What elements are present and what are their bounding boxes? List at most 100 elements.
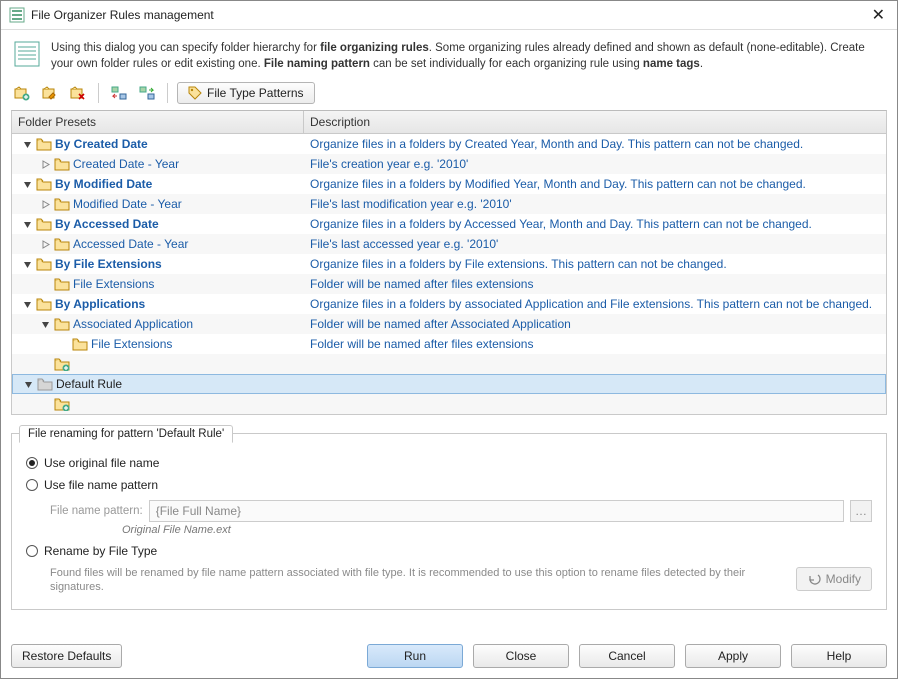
row-description: Folder will be named after files extensi… — [304, 277, 886, 291]
folder-icon — [54, 237, 70, 251]
table-row[interactable]: By Created Date Organize files in a folde… — [12, 134, 886, 154]
pattern-browse-button[interactable]: … — [850, 500, 872, 522]
chevron-down-icon[interactable] — [39, 318, 51, 330]
table-row[interactable]: File ExtensionsFolder will be named afte… — [12, 274, 886, 294]
panel-label: File renaming for pattern 'Default Rule' — [19, 425, 233, 443]
delete-rule-button[interactable] — [67, 82, 89, 104]
radio-dot-icon — [26, 457, 38, 469]
button-bar: Restore Defaults Run Close Cancel Apply … — [1, 634, 897, 678]
folder-icon — [54, 277, 70, 291]
row-label: By Accessed Date — [55, 217, 159, 231]
description-icon — [13, 40, 41, 68]
chevron-down-icon[interactable] — [21, 298, 33, 310]
description-text: Using this dialog you can specify folder… — [51, 40, 885, 72]
chevron-right-icon[interactable] — [39, 198, 51, 210]
file-type-patterns-button[interactable]: File Type Patterns — [177, 82, 315, 104]
renaming-panel: File renaming for pattern 'Default Rule'… — [11, 433, 887, 610]
row-label: Accessed Date - Year — [73, 237, 188, 251]
tag-icon — [188, 86, 202, 100]
pattern-example: Original File Name.ext — [122, 524, 872, 536]
radio-dot-icon — [26, 479, 38, 491]
folder-icon — [36, 177, 52, 191]
window-title: File Organizer Rules management — [31, 8, 868, 22]
grid-body: By Created Date Organize files in a folde… — [12, 134, 886, 414]
table-row[interactable]: Default Rule — [12, 374, 886, 394]
radio-original-name[interactable]: Use original file name — [26, 456, 872, 470]
row-description: Organize files in a folders by Created Y… — [304, 137, 886, 151]
column-description[interactable]: Description — [304, 111, 886, 133]
chevron-down-icon[interactable] — [22, 378, 34, 390]
rules-grid: Folder Presets Description By Created Da… — [11, 110, 887, 415]
chevron-down-icon[interactable] — [21, 218, 33, 230]
table-row[interactable]: Modified Date - Year File's last modifica… — [12, 194, 886, 214]
row-description: Organize files in a folders by associate… — [304, 297, 886, 311]
folder-icon — [36, 297, 52, 311]
grid-header: Folder Presets Description — [12, 111, 886, 134]
folder-icon — [37, 377, 53, 391]
apply-button[interactable]: Apply — [685, 644, 781, 668]
pattern-label: File name pattern: — [50, 505, 143, 517]
reorder-left-button[interactable] — [108, 82, 130, 104]
row-label: Created Date - Year — [73, 157, 179, 171]
radio-dot-icon — [26, 545, 38, 557]
add-rule-button[interactable] — [11, 82, 33, 104]
help-button[interactable]: Help — [791, 644, 887, 668]
app-icon — [9, 7, 25, 23]
radio-by-file-type[interactable]: Rename by File Type — [26, 544, 872, 558]
folder-icon — [54, 197, 70, 211]
rename-help-text: Found files will be renamed by file name… — [50, 566, 750, 595]
row-label: By File Extensions — [55, 257, 162, 271]
row-label: Modified Date - Year — [73, 197, 182, 211]
cancel-button[interactable]: Cancel — [579, 644, 675, 668]
undo-icon — [807, 572, 821, 586]
reorder-right-button[interactable] — [136, 82, 158, 104]
chevron-down-icon[interactable] — [21, 178, 33, 190]
table-row[interactable]: By File Extensions Organize files in a fo… — [12, 254, 886, 274]
run-button[interactable]: Run — [367, 644, 463, 668]
row-label: Default Rule — [56, 377, 122, 391]
row-description: Organize files in a folders by File exte… — [304, 257, 886, 271]
table-row[interactable]: Associated Application Folder will be nam… — [12, 314, 886, 334]
row-label: By Applications — [55, 297, 145, 311]
folder-icon — [36, 257, 52, 271]
table-row[interactable]: By Modified Date Organize files in a fold… — [12, 174, 886, 194]
pattern-input[interactable] — [149, 500, 844, 522]
table-row[interactable]: By Accessed DateOrganize files in a fold… — [12, 214, 886, 234]
table-row[interactable]: File Extensions Folder will be named afte… — [12, 334, 886, 354]
chevron-down-icon[interactable] — [21, 138, 33, 150]
folder-icon — [54, 357, 70, 371]
close-button[interactable]: Close — [473, 644, 569, 668]
row-label: By Modified Date — [55, 177, 152, 191]
row-description: Organize files in a folders by Modified … — [304, 177, 886, 191]
row-description: File's last accessed year e.g. '2010' — [304, 237, 886, 251]
row-description: File's creation year e.g. '2010' — [304, 157, 886, 171]
folder-icon — [54, 157, 70, 171]
toolbar: File Type Patterns — [1, 80, 897, 110]
folder-icon — [54, 397, 70, 411]
chevron-right-icon[interactable] — [39, 158, 51, 170]
column-folder-presets[interactable]: Folder Presets — [12, 111, 304, 133]
row-label: By Created Date — [55, 137, 148, 151]
folder-icon — [36, 217, 52, 231]
chevron-down-icon[interactable] — [21, 258, 33, 270]
close-icon[interactable]: ✕ — [868, 5, 889, 25]
radio-pattern[interactable]: Use file name pattern — [26, 478, 872, 492]
row-description: Folder will be named after files extensi… — [304, 337, 886, 351]
restore-defaults-button[interactable]: Restore Defaults — [11, 644, 122, 668]
folder-icon — [36, 137, 52, 151]
folder-icon — [72, 337, 88, 351]
table-row[interactable]: Created Date - Year File's creation year … — [12, 154, 886, 174]
table-row[interactable]: By Applications Organize files in a folde… — [12, 294, 886, 314]
table-row[interactable] — [12, 354, 886, 374]
row-description: File's last modification year e.g. '2010… — [304, 197, 886, 211]
table-row[interactable]: Accessed Date - Year File's last accessed… — [12, 234, 886, 254]
edit-rule-button[interactable] — [39, 82, 61, 104]
row-label: Associated Application — [73, 317, 193, 331]
row-description: Folder will be named after Associated Ap… — [304, 317, 886, 331]
modify-button[interactable]: Modify — [796, 567, 872, 591]
titlebar: File Organizer Rules management ✕ — [1, 1, 897, 30]
chevron-right-icon[interactable] — [39, 238, 51, 250]
description-bar: Using this dialog you can specify folder… — [1, 30, 897, 80]
table-row[interactable] — [12, 394, 886, 414]
row-label: File Extensions — [91, 337, 172, 351]
